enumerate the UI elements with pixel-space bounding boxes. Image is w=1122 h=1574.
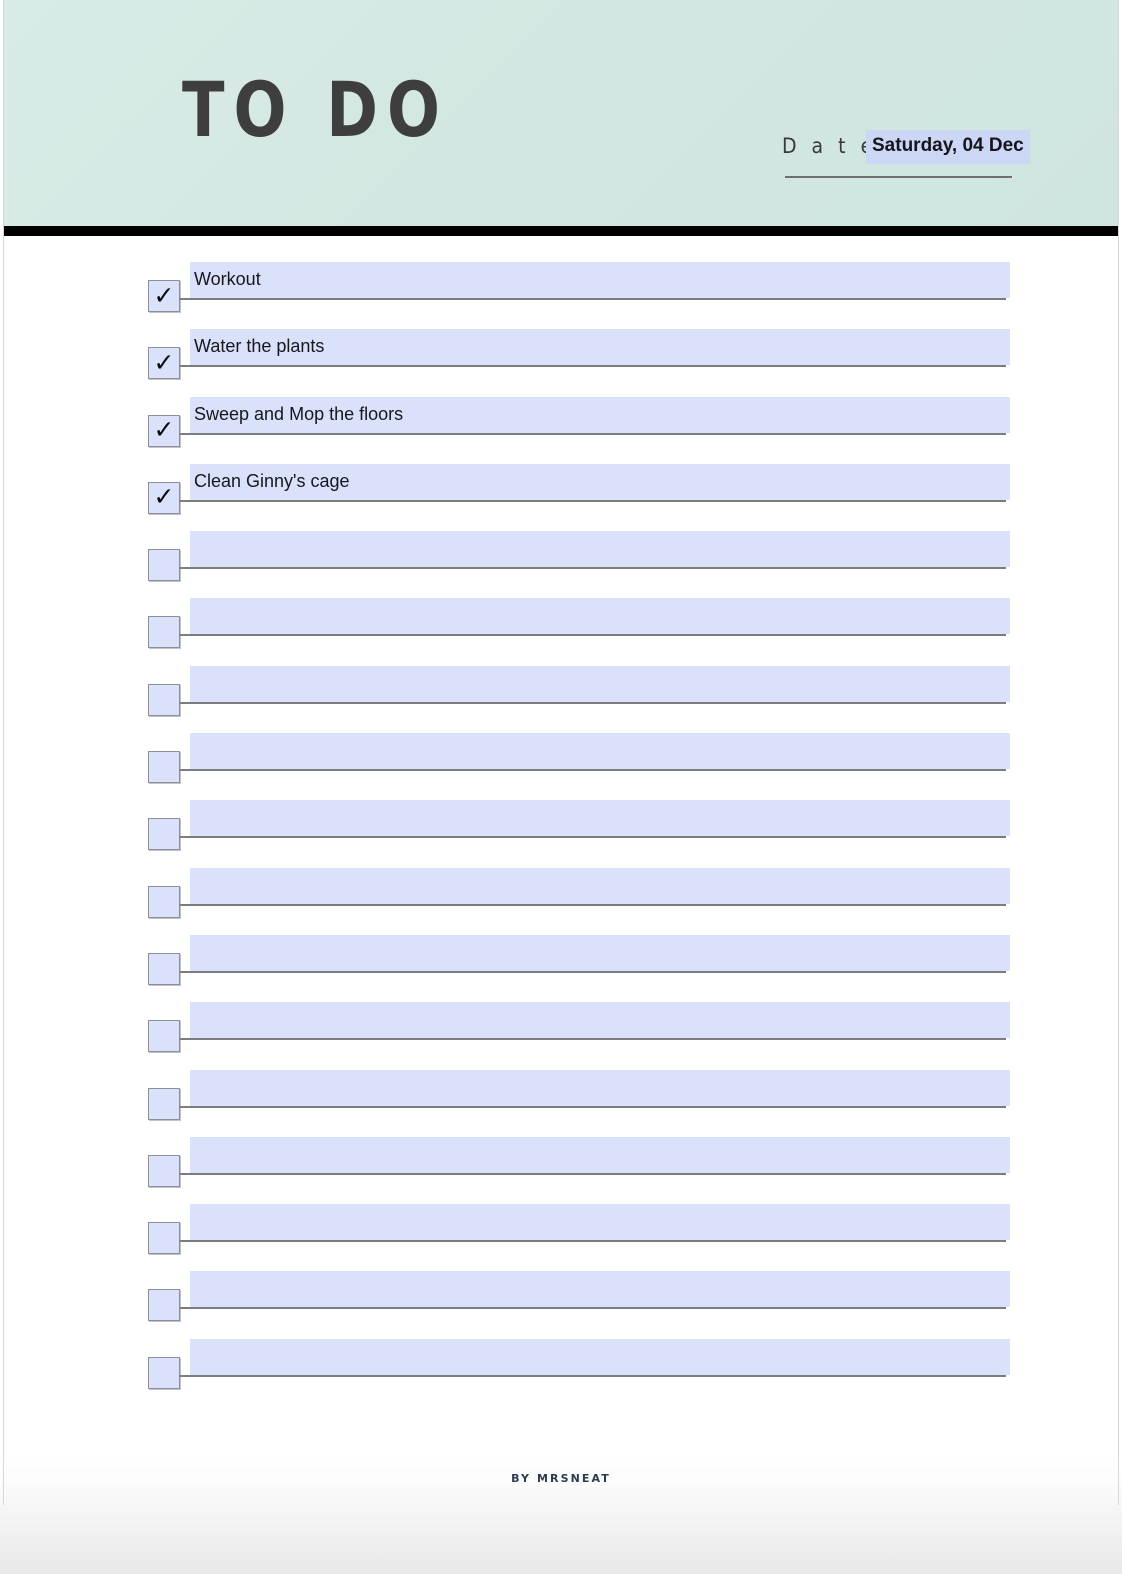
todo-row-underline [164,769,1006,772]
check-icon: ✓ [153,280,175,310]
todo-checkbox[interactable] [148,751,180,784]
todo-row-underline [164,634,1006,637]
check-icon: ✓ [153,415,175,445]
date-value[interactable]: Saturday, 04 Dec [866,130,1030,164]
date-block: D a t e : Saturday, 04 Dec [782,126,1030,182]
todo-checkbox[interactable] [148,885,180,918]
todo-checkbox[interactable] [148,1289,180,1322]
todo-checkbox[interactable] [148,616,180,649]
todo-row [0,800,1122,867]
todo-row-underline [164,903,1006,906]
todo-text-field[interactable] [190,598,1010,635]
todo-checkbox[interactable] [148,952,180,985]
todo-row-underline [164,1307,1006,1310]
todo-checkbox[interactable] [148,818,180,851]
todo-text-field[interactable] [190,867,1010,904]
footer-credit: BY MRSNEAT [511,1472,611,1485]
todo-text-field[interactable] [190,800,1010,837]
todo-row-underline [164,970,1006,973]
page-title: TO DO [182,65,449,154]
todo-checkbox[interactable] [148,1356,180,1389]
todo-text-field[interactable] [190,1002,1010,1039]
check-icon: ✓ [153,347,175,377]
todo-checkbox[interactable] [148,1020,180,1053]
todo-row-underline [164,1172,1006,1175]
todo-row-underline [164,1240,1006,1243]
todo-text-field[interactable] [190,934,1010,971]
todo-row [0,1069,1122,1137]
todo-checkbox[interactable] [148,1087,180,1120]
todo-row: Clean Ginny's cage ✓ [0,463,1122,531]
todo-row [0,733,1122,800]
todo-text-field[interactable] [190,1069,1010,1106]
todo-row-underline [164,298,1006,300]
todo-text-field[interactable] [190,531,1010,568]
todo-row-underline [164,1038,1006,1041]
todo-text-field[interactable] [190,1204,1010,1241]
todo-row [0,665,1122,733]
todo-row [0,1271,1122,1338]
todo-checkbox[interactable]: ✓ [148,280,180,312]
todo-row [0,598,1122,665]
date-underline [785,176,1012,178]
todo-checkbox[interactable] [148,1222,180,1255]
todo-row-underline [164,701,1006,704]
todo-row: Sweep and Mop the floors ✓ [0,396,1122,464]
check-icon: ✓ [153,482,175,512]
todo-row: Workout ✓ [0,262,1122,329]
todo-row [0,531,1122,598]
todo-row-underline [164,836,1006,839]
todo-row [0,1204,1122,1271]
todo-text-field[interactable] [190,1271,1010,1308]
todo-row-underline [164,499,1006,502]
todo-checkbox[interactable]: ✓ [148,414,180,447]
todo-row-label: Clean Ginny's cage [194,470,350,491]
todo-text-field[interactable] [190,262,1010,298]
todo-row-underline [164,1374,1006,1377]
todo-row [0,1338,1122,1406]
todo-list: Workout ✓ Water the plants ✓ Sweep and Mop t… [0,262,1122,1406]
todo-checkbox[interactable] [148,683,180,716]
todo-checkbox[interactable] [148,549,180,582]
todo-row [0,1136,1122,1204]
todo-row-underline [164,365,1006,368]
todo-text-field[interactable] [190,665,1010,702]
todo-row-label: Workout [194,269,261,289]
header-divider-bar [4,226,1118,236]
todo-row-underline [164,432,1006,435]
todo-row-label: Sweep and Mop the floors [194,403,404,424]
todo-row [0,1002,1122,1069]
todo-text-field[interactable] [190,1136,1010,1173]
todo-row-underline [164,567,1006,570]
todo-page: TO DO D a t e : Saturday, 04 Dec Workout… [0,0,1122,1574]
todo-text-field[interactable] [190,1338,1010,1375]
todo-row [0,934,1122,1002]
todo-text-field[interactable] [190,733,1010,770]
todo-row-label: Water the plants [194,336,325,357]
page-header: TO DO D a t e : Saturday, 04 Dec [4,0,1118,226]
todo-row-underline [164,1105,1006,1108]
todo-checkbox[interactable] [148,1154,180,1187]
todo-row [0,867,1122,935]
todo-row: Water the plants ✓ [0,329,1122,396]
todo-checkbox[interactable]: ✓ [148,347,180,380]
todo-checkbox[interactable]: ✓ [148,481,180,514]
